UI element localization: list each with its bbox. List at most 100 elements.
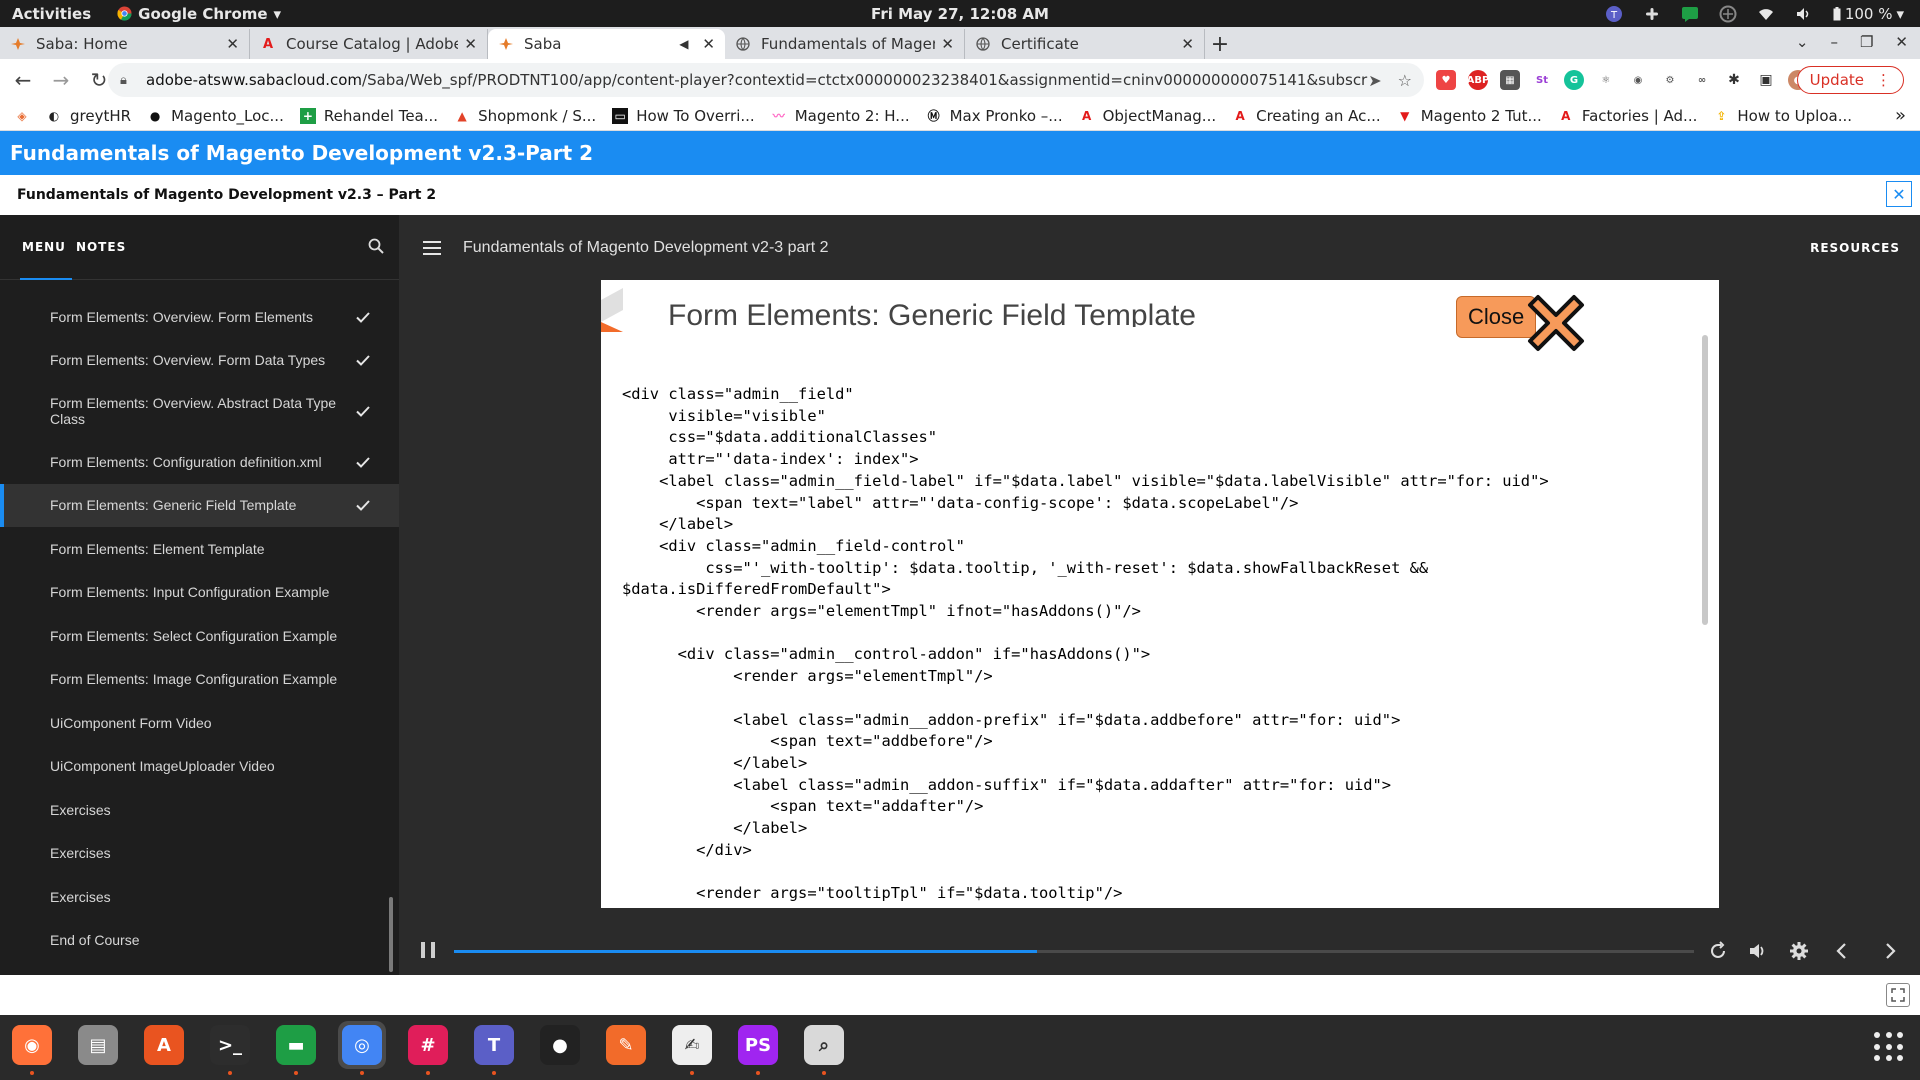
progress-bar[interactable] [454,950,1694,953]
menu-item[interactable]: Exercises [0,832,399,876]
bookmark-item[interactable]: ◈ [14,108,30,124]
webcam-icon[interactable]: ● [536,1021,584,1069]
terminal-icon[interactable]: >_ [206,1021,254,1075]
send-icon[interactable]: ➤ [1368,71,1381,90]
bookmark-item[interactable]: A ObjectManag... [1079,107,1216,125]
close-icon[interactable]: ✕ [941,35,954,53]
show-applications-icon[interactable] [1874,1032,1904,1062]
bookmark-item[interactable]: ● Magento_Loc... [147,107,284,125]
extension-st-icon[interactable]: St [1532,70,1552,90]
menu-item-current[interactable]: Form Elements: Generic Field Template [0,483,399,527]
battery-indicator[interactable]: 100 % ▾ [1833,5,1904,23]
lock-icon[interactable]: 🔒︎ [120,73,136,88]
tab-notes[interactable]: NOTES [76,240,126,254]
bookmark-item[interactable]: A Creating an Ac... [1232,107,1380,125]
phpstorm-icon[interactable]: PS [734,1021,782,1075]
bookmark-item[interactable]: ▲ Shopmonk / S... [454,107,596,125]
new-tab-button[interactable]: + [1205,29,1235,59]
tab-menu[interactable]: MENU [20,240,72,280]
volume-icon[interactable] [1747,940,1769,962]
close-slide-button[interactable]: Close [1456,295,1584,351]
extension-gear-icon[interactable]: ⚙ [1660,70,1680,90]
software-icon[interactable]: A [140,1021,188,1069]
menu-item[interactable]: Form Elements: Select Configuration Exam… [0,614,399,658]
chat-tray-icon[interactable] [1681,5,1699,23]
grammarly-icon[interactable]: G [1564,70,1584,90]
tab-search-icon[interactable]: ⌄ [1796,33,1809,51]
back-arrow-icon[interactable]: ← [8,65,38,95]
firefox-icon[interactable]: ◉ [8,1021,56,1075]
teams-icon[interactable]: T [470,1021,518,1075]
close-icon[interactable]: ✕ [464,35,477,53]
bookmark-item[interactable]: + Rehandel Tea... [299,107,438,125]
menu-item[interactable]: Form Elements: Overview. Abstract Data T… [0,382,399,440]
extension-camera-icon[interactable]: ◉ [1628,70,1648,90]
app-menu[interactable]: Google Chrome ▾ [117,5,281,23]
chat-icon[interactable]: ▬ [272,1021,320,1075]
resources-button[interactable]: RESOURCES [1810,241,1900,255]
system-tray[interactable]: T 100 % ▾ [1605,0,1904,27]
chevron-double-right-icon[interactable]: » [1895,105,1906,126]
fullscreen-icon[interactable] [1886,983,1910,1007]
tab-course-catalog[interactable]: A Course Catalog | Adobe D ✕ [250,29,488,59]
volume-icon[interactable] [1795,5,1813,23]
extension-react-icon[interactable]: ⚛ [1596,70,1616,90]
extension-clapper-icon[interactable]: ▦ [1500,70,1520,90]
pen-icon[interactable]: ✎ [602,1021,650,1069]
slack-tray-icon[interactable] [1643,5,1661,23]
adblock-icon[interactable]: ABP [1467,70,1489,90]
chrome-icon[interactable]: ◎ [338,1021,386,1075]
bookmark-star-icon[interactable]: ☆ [1398,71,1412,90]
slack-icon[interactable]: # [404,1021,452,1075]
text-editor-icon[interactable]: ✍ [668,1021,716,1075]
bookmark-item[interactable]: ⇪ How to Uploa... [1713,107,1852,125]
close-icon[interactable]: ✕ [226,35,239,53]
close-icon[interactable]: ✕ [1181,35,1194,53]
teams-tray-icon[interactable]: T [1605,5,1623,23]
menu-item[interactable]: Exercises [0,788,399,832]
menu-item[interactable]: Exercises [0,875,399,919]
menu-item[interactable]: Form Elements: Overview. Form Elements [0,295,399,339]
hamburger-menu-icon[interactable] [423,240,441,255]
activities-button[interactable]: Activities [12,5,91,23]
url-text[interactable]: adobe-atsww.sabacloud.com/Saba/Web_spf/P… [146,71,1368,89]
replay-icon[interactable] [1707,940,1729,962]
address-bar[interactable]: 🔒︎ adobe-atsww.sabacloud.com/Saba/Web_sp… [108,63,1424,97]
menu-item[interactable]: Form Elements: Element Template [0,527,399,571]
close-window-icon[interactable]: ✕ [1895,33,1908,51]
bookmark-item[interactable]: Ⓜ Max Pronko –... [926,107,1063,125]
next-slide-icon[interactable] [1879,940,1901,962]
tab-fundamentals[interactable]: Fundamentals of Magent ✕ [725,29,965,59]
menu-item[interactable]: Form Elements: Input Configuration Examp… [0,571,399,615]
wifi-icon[interactable] [1757,5,1775,23]
pause-icon[interactable] [421,942,435,958]
previous-slide-icon[interactable] [1831,940,1853,962]
forward-arrow-icon[interactable]: → [46,65,76,95]
extensions-puzzle-icon[interactable]: ✱ [1724,70,1744,90]
sidebar-scrollbar[interactable] [389,897,393,972]
slide-scrollbar[interactable] [1702,335,1708,625]
network-status-icon[interactable] [1719,5,1737,23]
menu-item[interactable]: UiComponent ImageUploader Video [0,745,399,789]
extension-heart-icon[interactable]: ♥ [1436,70,1456,90]
close-icon[interactable]: ✕ [702,35,715,53]
tab-saba-home[interactable]: Saba: Home ✕ [0,29,250,59]
image-viewer-icon[interactable]: ⌕ [800,1021,848,1075]
settings-gear-icon[interactable] [1788,940,1810,962]
side-panel-icon[interactable]: ▣ [1756,70,1776,90]
menu-item[interactable]: Form Elements: Image Configuration Examp… [0,658,399,702]
bookmark-item[interactable]: ▼ Magento 2 Tut... [1397,107,1542,125]
files-icon[interactable]: ▤ [74,1021,122,1069]
bookmark-item[interactable]: ◐ greytHR [46,107,131,125]
menu-item[interactable]: End of Course [0,919,399,963]
close-player-button[interactable]: ✕ [1886,181,1912,207]
tab-certificate[interactable]: Certificate ✕ [965,29,1205,59]
tab-saba-active[interactable]: Saba ◀ ✕ [488,29,725,59]
menu-item[interactable]: Form Elements: Configuration definition.… [0,440,399,484]
update-button[interactable]: Update ⋮ [1796,66,1904,94]
menu-item[interactable]: UiComponent Form Video [0,701,399,745]
bookmark-item[interactable]: A Factories | Ad... [1558,107,1697,125]
audio-playing-icon[interactable]: ◀ [679,37,688,51]
restore-icon[interactable]: ❐ [1860,33,1873,51]
bookmark-item[interactable]: 〰 Magento 2: H... [771,107,910,125]
